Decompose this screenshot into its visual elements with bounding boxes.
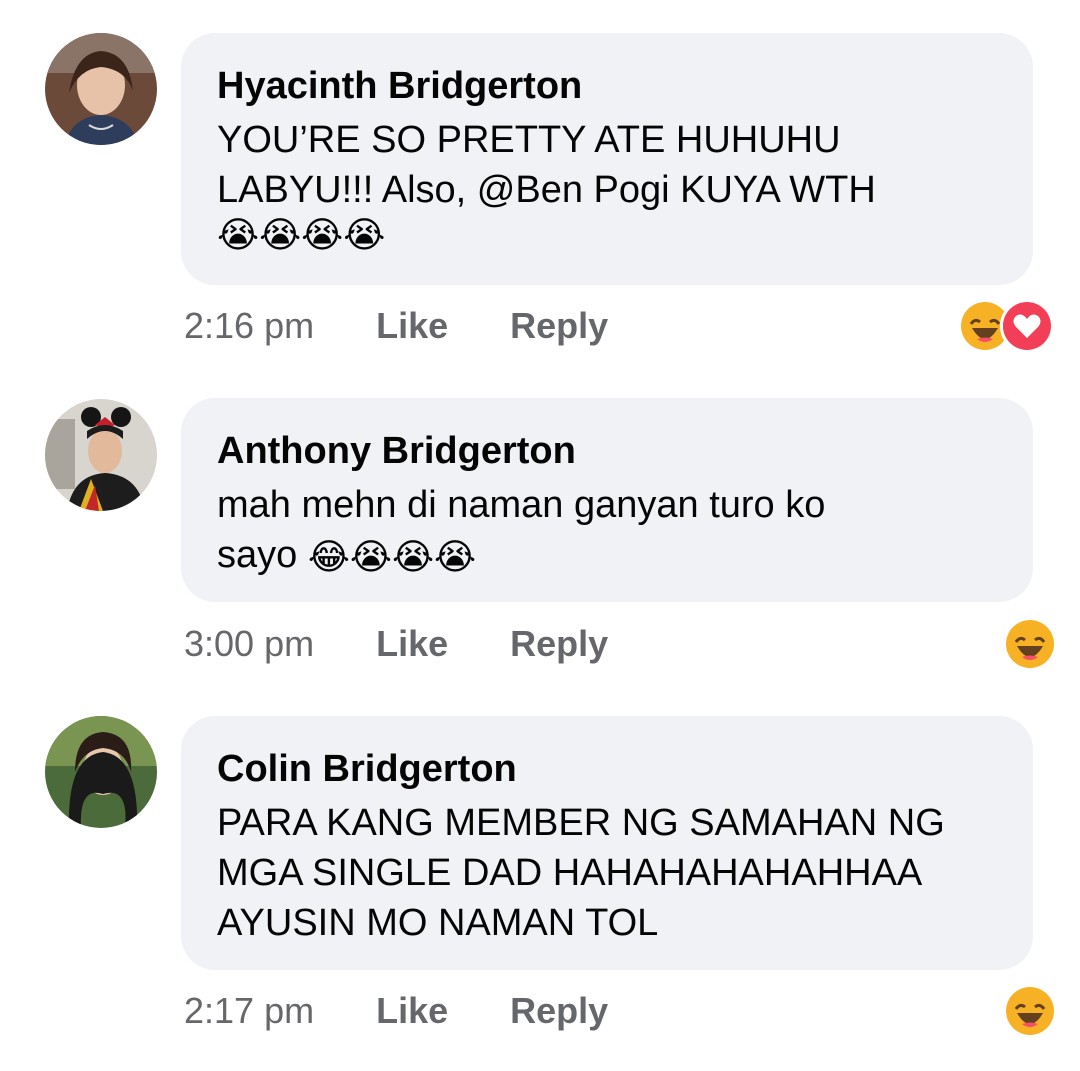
reply-button[interactable]: Reply [510,619,608,669]
love-icon [1000,299,1054,353]
comment-time[interactable]: 3:00 pm [184,619,314,669]
comment-bubble: Anthony Bridgerton mah mehn di naman gan… [181,398,1033,602]
reply-button[interactable]: Reply [510,986,608,1036]
reaction-summary[interactable] [1003,617,1057,671]
reaction-summary[interactable] [1003,984,1057,1038]
comment-bubble: Hyacinth Bridgerton YOU’RE SO PRETTY ATE… [181,33,1033,285]
avatar[interactable] [45,33,157,145]
like-button[interactable]: Like [376,301,448,351]
comment-meta: 2:17 pm Like Reply [184,986,608,1036]
comment-text: PARA KANG MEMBER NG SAMAHAN NG MGA SINGL… [217,802,945,944]
comment-meta: 3:00 pm Like Reply [184,619,608,669]
comment-time[interactable]: 2:16 pm [184,301,314,351]
comment-text: YOU’RE SO PRETTY ATE HUHUHU LABYU!!! Als… [217,119,876,211]
comment-emoji-line: 😭😭😭😭 [217,215,386,256]
comment-body: mah mehn di naman ganyan turo ko sayo 😂😭… [217,480,997,583]
comment-author[interactable]: Hyacinth Bridgerton [217,63,997,109]
like-button[interactable]: Like [376,986,448,1036]
avatar[interactable] [45,716,157,828]
comment-meta: 2:16 pm Like Reply [184,301,608,351]
comment-author[interactable]: Colin Bridgerton [217,746,997,792]
like-button[interactable]: Like [376,619,448,669]
haha-icon [1003,617,1057,671]
comment-time[interactable]: 2:17 pm [184,986,314,1036]
haha-icon [1003,984,1057,1038]
reaction-summary[interactable] [958,299,1054,353]
avatar[interactable] [45,399,157,511]
comment-author[interactable]: Anthony Bridgerton [217,428,997,474]
comment-emoji-line: 😂😭😭😭 [307,537,477,578]
reply-button[interactable]: Reply [510,301,608,351]
comment-bubble: Colin Bridgerton PARA KANG MEMBER NG SAM… [181,716,1033,970]
